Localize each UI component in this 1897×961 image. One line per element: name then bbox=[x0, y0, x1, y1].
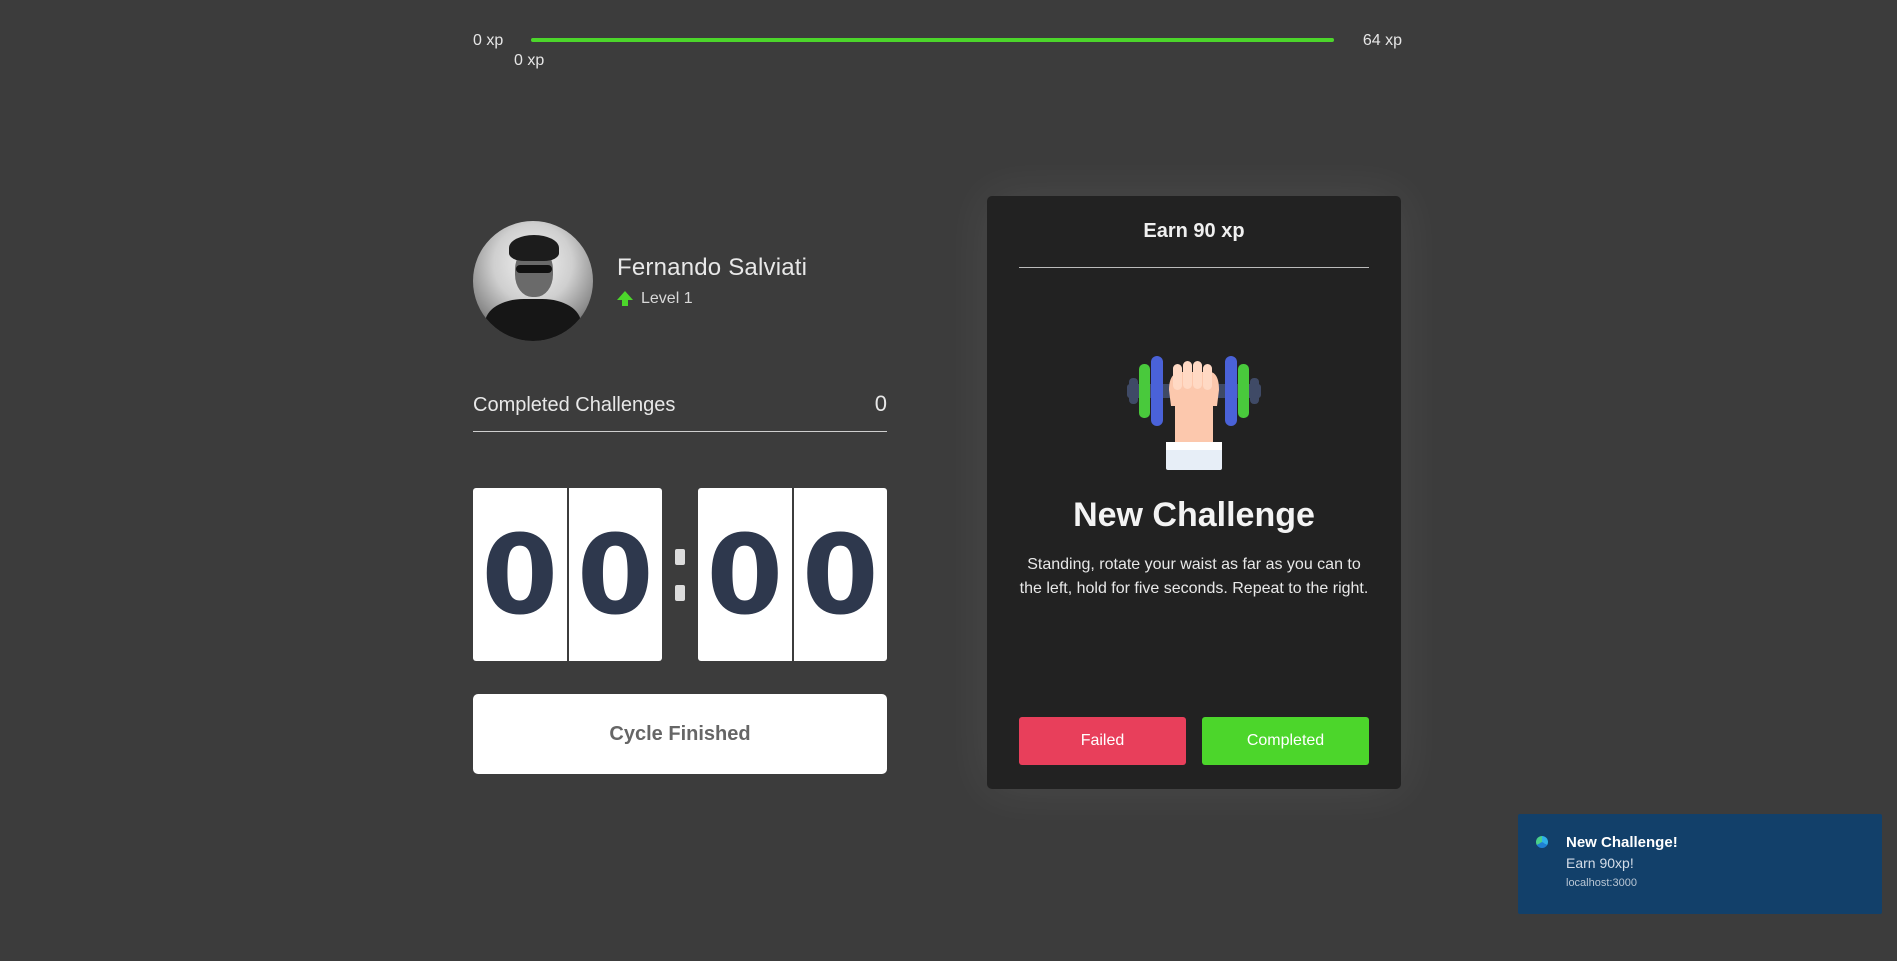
cycle-finished-button[interactable]: Cycle Finished bbox=[473, 694, 887, 774]
xp-fill bbox=[531, 38, 1334, 42]
challenge-description: Standing, rotate your waist as far as yo… bbox=[1019, 556, 1369, 597]
app-page: 0 xp 64 xp 0 xp Fernando Salviati Level … bbox=[0, 0, 1897, 961]
seconds-display: 0 0 bbox=[698, 488, 887, 661]
challenge-reward: Earn 90 xp bbox=[1019, 196, 1369, 268]
failed-button[interactable]: Failed bbox=[1019, 717, 1186, 765]
level-label: Level 1 bbox=[641, 289, 693, 307]
dumbbell-body-icon bbox=[1127, 356, 1261, 470]
profile-level: Level 1 bbox=[617, 290, 807, 308]
challenge-actions: Failed Completed bbox=[1019, 717, 1369, 765]
completed-challenges-label: Completed Challenges bbox=[473, 394, 676, 416]
browser-edge-icon bbox=[1536, 836, 1548, 848]
minutes-ones-digit: 0 bbox=[566, 488, 663, 661]
xp-track bbox=[531, 38, 1334, 42]
notification-source: localhost:3000 bbox=[1566, 877, 1637, 889]
profile-name: Fernando Salviati bbox=[617, 253, 808, 281]
minutes-display: 0 0 bbox=[473, 488, 662, 661]
profile: Fernando Salviati Level 1 bbox=[473, 220, 887, 341]
timer-colon bbox=[662, 488, 698, 661]
notification-body: Earn 90xp! bbox=[1566, 855, 1634, 871]
level-up-arrow-icon bbox=[617, 291, 633, 306]
completed-challenges: Completed Challenges 0 bbox=[473, 391, 887, 432]
left-column: Fernando Salviati Level 1 Completed Chal… bbox=[473, 220, 887, 774]
completed-button[interactable]: Completed bbox=[1202, 717, 1369, 765]
seconds-ones-digit: 0 bbox=[791, 488, 888, 661]
countdown-timer: 0 0 0 0 bbox=[473, 488, 887, 661]
challenge-card: Earn 90 xp New Challenge Standing, rotat… bbox=[987, 196, 1401, 789]
notification-title: New Challenge! bbox=[1566, 834, 1678, 851]
xp-min-label: 0 xp bbox=[473, 32, 504, 49]
experience-bar: 0 xp 64 xp 0 xp bbox=[473, 28, 1402, 78]
challenge-title: New Challenge bbox=[1073, 496, 1315, 534]
completed-challenges-count: 0 bbox=[874, 391, 887, 416]
avatar bbox=[473, 220, 593, 341]
challenge-body: New Challenge Standing, rotate your wais… bbox=[987, 268, 1401, 601]
notification-toast[interactable]: New Challenge! Earn 90xp! localhost:3000 bbox=[1518, 814, 1882, 914]
xp-max-label: 64 xp bbox=[1362, 32, 1402, 49]
seconds-tens-digit: 0 bbox=[706, 510, 784, 639]
xp-current-label: 0 xp bbox=[514, 52, 545, 69]
profile-text: Fernando Salviati Level 1 bbox=[617, 254, 807, 308]
minutes-tens-digit: 0 bbox=[481, 510, 559, 639]
